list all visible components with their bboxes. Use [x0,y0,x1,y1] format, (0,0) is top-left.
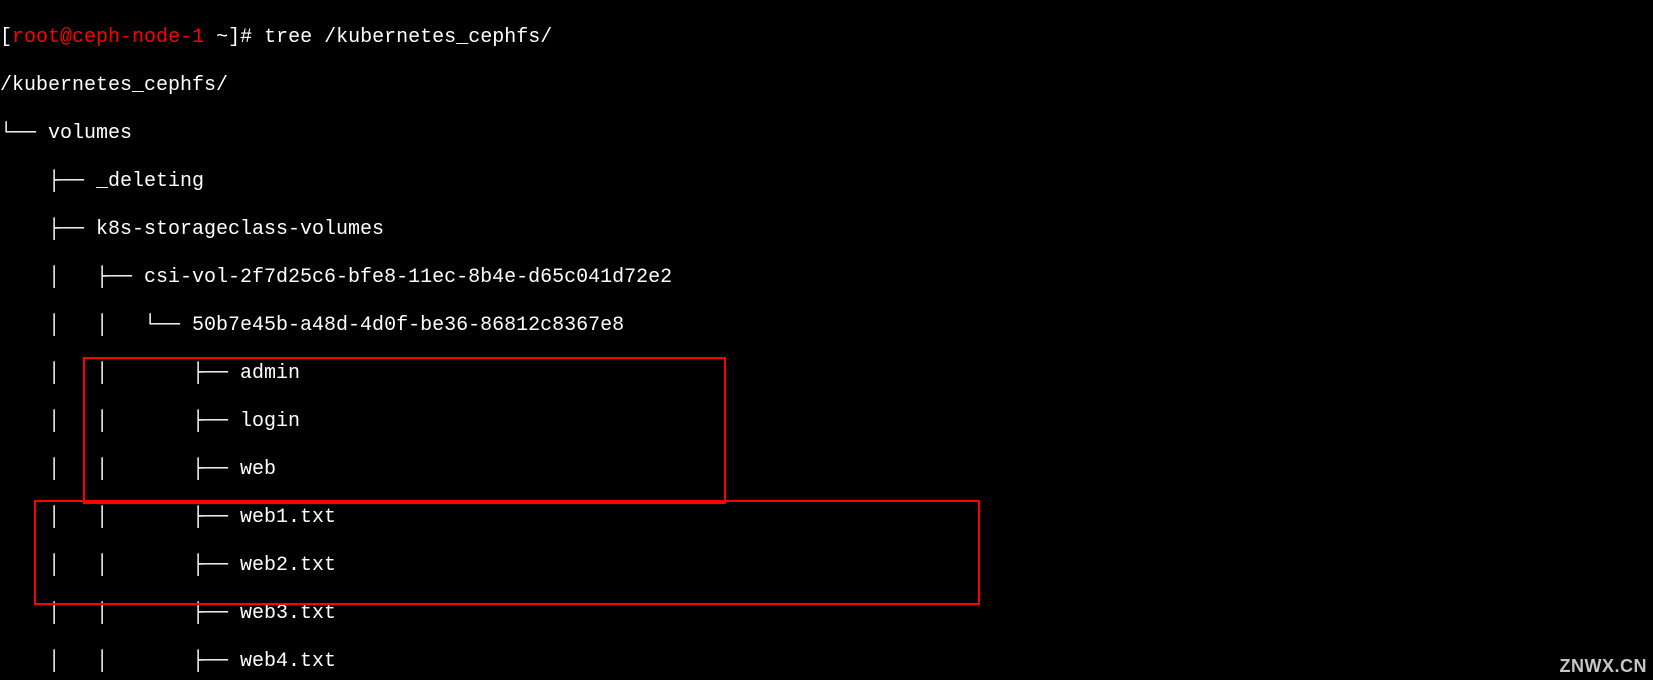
terminal-output: [root@ceph-node-1 ~]# tree /kubernetes_c… [0,0,1653,680]
tree-row: │ ├── csi-vol-2f7d25c6-bfe8-11ec-8b4e-d6… [0,266,1653,290]
tree-row: │ │ ├── login [0,410,1653,434]
tree-row: │ │ ├── admin [0,362,1653,386]
tree-row: │ │ └── 50b7e45b-a48d-4d0f-be36-86812c83… [0,314,1653,338]
tree-row: │ │ ├── web4.txt [0,650,1653,674]
prompt-line: [root@ceph-node-1 ~]# tree /kubernetes_c… [0,26,1653,50]
root-path: /kubernetes_cephfs/ [0,74,1653,98]
tree-row: │ │ ├── web [0,458,1653,482]
tree-row: └── volumes [0,122,1653,146]
tree-row: │ │ ├── web2.txt [0,554,1653,578]
tree-row: ├── _deleting [0,170,1653,194]
prompt-user-host: root@ceph-node-1 [12,26,204,49]
prompt-suffix: # [240,26,252,49]
prompt-cwd: ~ [216,26,228,49]
tree-row: │ │ ├── web1.txt [0,506,1653,530]
tree-row: │ │ ├── web3.txt [0,602,1653,626]
watermark: ZNWX.CN [1560,654,1648,678]
tree-row: ├── k8s-storageclass-volumes [0,218,1653,242]
command-text: tree /kubernetes_cephfs/ [264,26,552,49]
